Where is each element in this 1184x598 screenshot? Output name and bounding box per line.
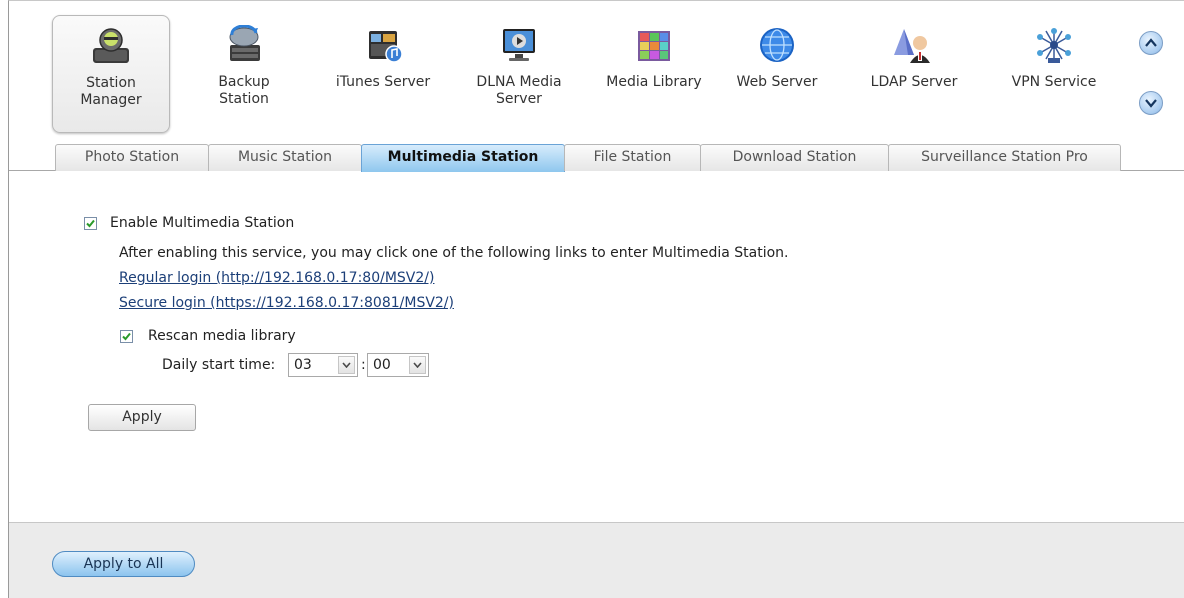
app-ldap-server[interactable]: LDAP Server xyxy=(864,15,964,133)
app-label: LDAP Server xyxy=(870,74,958,90)
tab-download-station[interactable]: Download Station xyxy=(700,144,889,171)
chevron-down-icon xyxy=(342,362,351,368)
enable-multimedia-label: Enable Multimedia Station xyxy=(110,215,295,231)
apply-to-all-button[interactable]: Apply to All xyxy=(52,551,195,577)
app-label-line2: Server xyxy=(496,91,542,107)
app-label-line1: Backup xyxy=(218,74,270,90)
app-label-line1: Station xyxy=(86,75,136,91)
app-web-server[interactable]: Web Server xyxy=(727,15,827,133)
app-itunes-server[interactable]: iTunes Server xyxy=(324,15,442,133)
media-library-icon xyxy=(638,31,670,61)
time-separator: : xyxy=(361,357,366,373)
ldap-server-icon xyxy=(894,29,930,63)
multimedia-station-panel: Enable Multimedia Station After enabling… xyxy=(9,172,1184,522)
minute-select[interactable]: 00 xyxy=(367,353,429,377)
app-label: Media Library xyxy=(606,74,702,90)
rescan-media-checkbox[interactable] xyxy=(120,330,133,343)
minute-dropdown-arrow[interactable] xyxy=(409,356,426,374)
checkmark-icon xyxy=(122,332,131,341)
chevron-up-icon xyxy=(1145,38,1157,47)
hour-dropdown-arrow[interactable] xyxy=(338,356,355,374)
hour-select[interactable]: 03 xyxy=(288,353,358,377)
tab-bar: Photo Station Music Station Multimedia S… xyxy=(9,142,1184,172)
app-window: Station Manager Backup Station iTunes Se… xyxy=(8,0,1184,598)
app-label: Web Server xyxy=(736,74,818,90)
app-label: iTunes Server xyxy=(335,74,431,90)
tab-multimedia-station[interactable]: Multimedia Station xyxy=(361,144,565,172)
tab-photo-station[interactable]: Photo Station xyxy=(55,144,209,171)
secure-login-link[interactable]: Secure login (https://192.168.0.17:8081/… xyxy=(119,295,454,311)
tab-surveillance-station-pro[interactable]: Surveillance Station Pro xyxy=(888,144,1121,171)
minute-value: 00 xyxy=(373,357,391,373)
daily-start-time-label: Daily start time: xyxy=(162,357,276,373)
scroll-up-button[interactable] xyxy=(1139,31,1163,55)
station-manager-icon xyxy=(93,28,129,63)
vpn-service-icon xyxy=(1037,28,1071,63)
app-label-line2: Manager xyxy=(80,92,142,108)
app-label-line2: Station xyxy=(219,91,269,107)
app-label-line1: DLNA Media xyxy=(476,74,562,90)
app-station-manager[interactable]: Station Manager xyxy=(52,15,170,133)
footer-bar: Apply to All xyxy=(9,522,1184,598)
itunes-server-icon xyxy=(369,31,403,63)
app-backup-station[interactable]: Backup Station xyxy=(204,15,284,133)
backup-station-icon xyxy=(229,25,260,61)
app-vpn-service[interactable]: VPN Service xyxy=(999,15,1109,133)
chevron-down-icon xyxy=(413,362,422,368)
scroll-down-button[interactable] xyxy=(1139,91,1163,115)
app-dlna-media-server[interactable]: DLNA Media Server xyxy=(459,15,579,133)
regular-login-link[interactable]: Regular login (http://192.168.0.17:80/MS… xyxy=(119,270,434,286)
app-label: VPN Service xyxy=(1011,74,1097,90)
chevron-down-icon xyxy=(1145,99,1157,108)
web-server-icon xyxy=(760,28,794,62)
app-media-library[interactable]: Media Library xyxy=(589,15,719,133)
app-bar: Station Manager Backup Station iTunes Se… xyxy=(9,1,1184,144)
rescan-media-label: Rescan media library xyxy=(148,328,296,344)
checkmark-icon xyxy=(86,219,95,228)
hour-value: 03 xyxy=(294,357,312,373)
info-text: After enabling this service, you may cli… xyxy=(119,245,789,261)
dlna-media-server-icon xyxy=(503,29,535,61)
apply-button[interactable]: Apply xyxy=(88,404,196,431)
tab-file-station[interactable]: File Station xyxy=(564,144,701,171)
tab-music-station[interactable]: Music Station xyxy=(208,144,362,171)
enable-multimedia-checkbox[interactable] xyxy=(84,217,97,230)
